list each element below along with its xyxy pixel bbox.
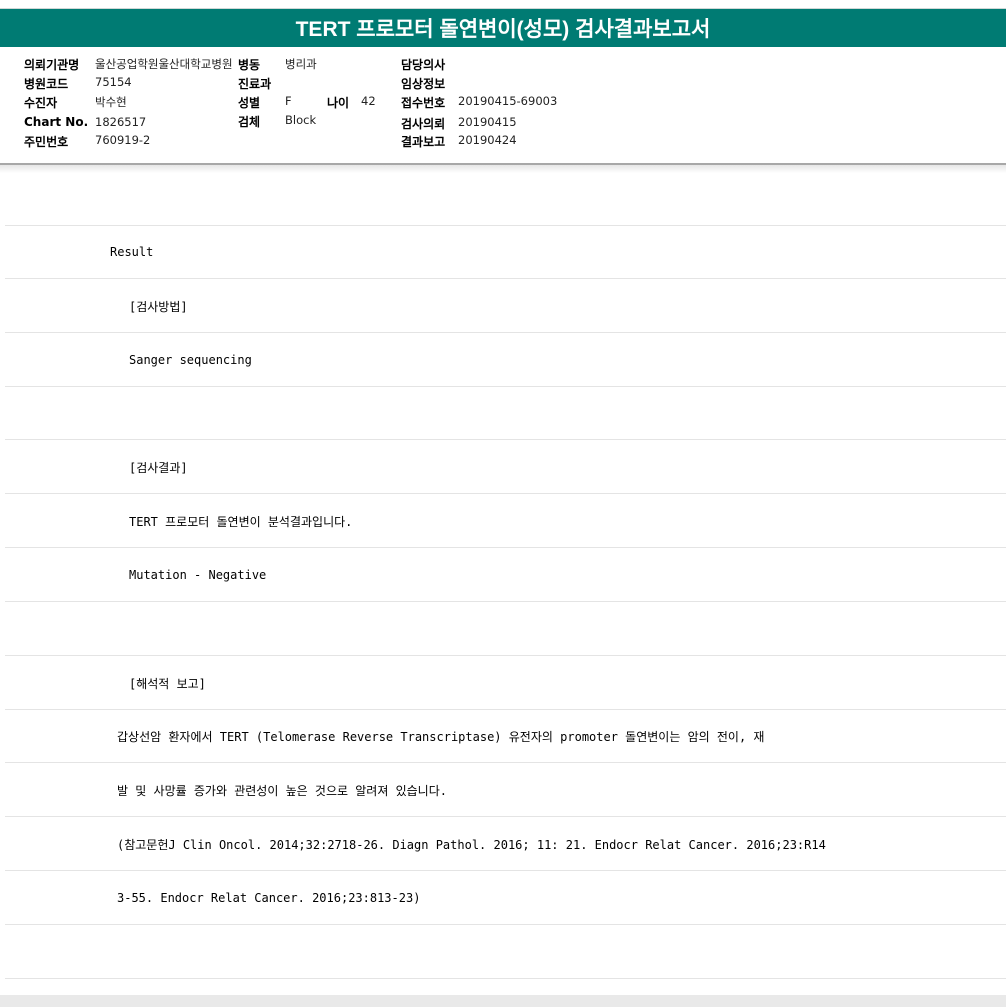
request-date-value: 20190415	[458, 115, 517, 129]
chart-no-label: Chart No.	[24, 115, 89, 129]
age-label: 나이	[327, 96, 350, 110]
method-value: Sanger sequencing	[5, 334, 1006, 387]
receipt-no-value: 20190415-69003	[458, 94, 558, 108]
interpretation-text: 발 및 사망률 증가와 관련성이 높은 것으로 알려져 있습니다.	[5, 764, 1006, 817]
request-date-label: 검사의뢰	[401, 117, 446, 131]
bottom-scroll-bar[interactable]	[0, 995, 1006, 1007]
references-text: (참고문헌J Clin Oncol. 2014;32:2718-26. Diag…	[5, 818, 1006, 871]
result-line	[5, 387, 1006, 440]
specimen-value: Block	[285, 113, 317, 127]
patient-info-panel: 의뢰기관명 울산공업학원울산대학교병원 병동 병리과 담당의사 병원코드 751…	[0, 47, 1006, 165]
hospital-code-value: 75154	[95, 75, 132, 89]
sex-label: 성별	[238, 96, 261, 110]
age-value: 42	[361, 94, 376, 108]
doctor-label: 담당의사	[401, 58, 446, 72]
result-heading: Result	[5, 226, 1006, 279]
receipt-no-label: 접수번호	[401, 96, 446, 110]
institution-value: 울산공업학원울산대학교병원	[95, 57, 233, 71]
result-line	[5, 603, 1006, 656]
test-result-heading: [검사결과]	[5, 441, 1006, 494]
sex-value: F	[285, 94, 292, 108]
test-result-summary: TERT 프로모터 돌연변이 분석결과입니다.	[5, 495, 1006, 548]
department-label: 진료과	[238, 77, 272, 91]
chart-no-value: 1826517	[95, 115, 147, 129]
header-divider-shadow	[0, 165, 1006, 173]
examinee-value: 박수현	[95, 95, 127, 109]
specimen-label: 검체	[238, 115, 261, 129]
interpretation-heading: [해석적 보고]	[5, 657, 1006, 710]
report-title: TERT 프로모터 돌연변이(성모) 검사결과보고서	[0, 8, 1006, 47]
clinical-info-label: 임상정보	[401, 77, 446, 91]
ward-value: 병리과	[285, 57, 317, 71]
resident-no-value: 760919-2	[95, 133, 151, 147]
report-date-label: 결과보고	[401, 135, 446, 149]
report-date-value: 20190424	[458, 133, 517, 147]
mutation-result: Mutation - Negative	[5, 549, 1006, 602]
ward-label: 병동	[238, 58, 261, 72]
resident-no-label: 주민번호	[24, 135, 69, 149]
references-text: 3-55. Endocr Relat Cancer. 2016;23:813-2…	[5, 872, 1006, 925]
institution-label: 의뢰기관명	[24, 58, 80, 72]
hospital-code-label: 병원코드	[24, 77, 69, 91]
interpretation-text: 갑상선암 환자에서 TERT (Telomerase Reverse Trans…	[5, 710, 1006, 763]
method-heading: [검사방법]	[5, 280, 1006, 333]
result-line	[5, 926, 1006, 979]
result-line	[5, 173, 1006, 226]
examinee-label: 수진자	[24, 96, 58, 110]
